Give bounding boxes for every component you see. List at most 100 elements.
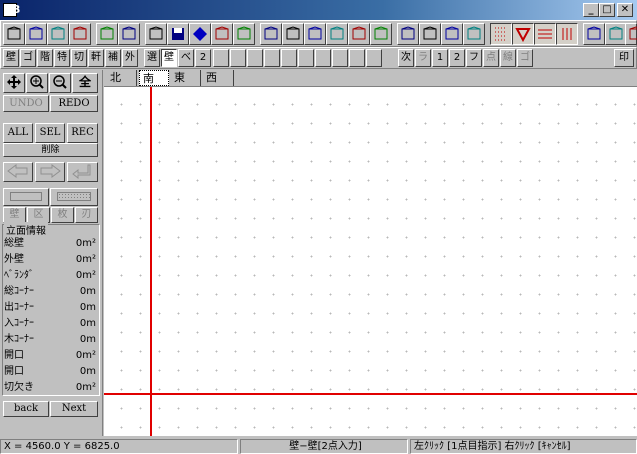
zoom-all-icon[interactable]: 全 [72, 73, 98, 93]
window-layout-icon[interactable] [233, 23, 255, 45]
door-arch-icon[interactable] [441, 23, 463, 45]
mode-button-5[interactable]: 切 [71, 49, 87, 67]
vertical-guide-line [150, 70, 152, 436]
title-bar: B _ □ ✕ [0, 0, 637, 20]
arrow-right-icon[interactable] [35, 162, 65, 182]
arc-icon[interactable] [583, 23, 605, 45]
empty-mode-slot [366, 49, 382, 67]
elevation-tabs: 北南東西 [104, 70, 637, 87]
empty-mode-slot [230, 49, 246, 67]
mode-button-12[interactable]: 2 [195, 49, 211, 67]
pencil-icon[interactable] [419, 23, 441, 45]
info-label: 出ｺｰﾅｰ [4, 302, 34, 313]
zoom-out-icon[interactable] [49, 73, 71, 93]
nav-button-2[interactable]: ラ [415, 49, 431, 67]
mode-button-3[interactable]: 階 [37, 49, 53, 67]
camera-house-icon[interactable] [3, 23, 25, 45]
box-icon[interactable] [397, 23, 419, 45]
nav-button-4[interactable]: 2 [449, 49, 465, 67]
filter-button-3[interactable]: 枚 [51, 207, 74, 223]
all-button[interactable]: ALL [3, 123, 33, 143]
zoom-in-icon[interactable] [26, 73, 48, 93]
column-split-icon[interactable] [326, 23, 348, 45]
house-roof-icon[interactable] [69, 23, 91, 45]
nav-button-7[interactable]: 線 [500, 49, 516, 67]
info-row: 入ｺｰﾅｰ 0m [2, 316, 100, 332]
redo-button[interactable]: REDO [50, 95, 98, 112]
mode-button-1[interactable]: 壁 [3, 49, 19, 67]
next-button[interactable]: Next [50, 401, 98, 417]
nav-button-6[interactable]: 点 [483, 49, 499, 67]
house-elevation-icon[interactable] [47, 23, 69, 45]
filter-button-1[interactable]: 壁 [3, 207, 26, 223]
triangle-marker-icon[interactable] [512, 23, 534, 45]
print-preview-icon[interactable] [605, 23, 627, 45]
empty-mode-slot [281, 49, 297, 67]
dotted-grid-icon[interactable] [490, 23, 512, 45]
nav-button-3[interactable]: 1 [432, 49, 448, 67]
diamond-icon[interactable] [189, 23, 211, 45]
print-button[interactable]: 印 [614, 49, 634, 67]
info-label: 外壁 [4, 254, 24, 265]
empty-mode-slot [247, 49, 263, 67]
arrow-left-icon[interactable] [3, 162, 33, 182]
nav-button-5[interactable]: フ [466, 49, 482, 67]
filter-button-2[interactable]: 区 [27, 207, 50, 223]
pan-icon[interactable] [3, 73, 25, 93]
mode-button-7[interactable]: 補 [105, 49, 121, 67]
grid-table-icon[interactable] [260, 23, 282, 45]
tab-3[interactable]: 東 [171, 70, 201, 86]
copy-document-icon[interactable] [211, 23, 233, 45]
info-row: 切欠き 0m² [2, 380, 100, 396]
nav-button-8[interactable]: ゴ [517, 49, 533, 67]
maximize-button[interactable]: □ [599, 3, 615, 17]
house-plan-icon[interactable] [25, 23, 47, 45]
mode-button-2[interactable]: ゴ [20, 49, 36, 67]
mode-button-10[interactable]: 壁 [161, 49, 177, 67]
binoculars-icon[interactable] [463, 23, 485, 45]
nav-button-1[interactable]: 次 [398, 49, 414, 67]
empty-mode-slot [349, 49, 365, 67]
mode-button-6[interactable]: 軒 [88, 49, 104, 67]
tab-2[interactable]: 南 [139, 70, 169, 86]
rec-button[interactable]: REC [67, 123, 98, 143]
empty-mode-slot [332, 49, 348, 67]
arrow-return-icon[interactable] [67, 162, 98, 182]
minimize-button[interactable]: _ [583, 3, 599, 17]
pen-edit-icon[interactable] [118, 23, 140, 45]
close-button[interactable]: ✕ [617, 3, 633, 17]
filter-button-4[interactable]: 刃 [75, 207, 98, 223]
info-value: 0m² [75, 270, 96, 281]
info-label: 総壁 [4, 238, 24, 249]
mode-button-9[interactable]: 選 [144, 49, 160, 67]
info-value: 0m² [75, 238, 96, 249]
mode-button-8[interactable]: 外 [122, 49, 138, 67]
angle-icon[interactable] [370, 23, 392, 45]
undo-button[interactable]: UNDO [3, 95, 49, 112]
tab-4[interactable]: 西 [203, 70, 234, 86]
columns-icon[interactable] [304, 23, 326, 45]
info-label: 入ｺｰﾅｰ [4, 318, 34, 329]
delete-button[interactable]: 削除 [3, 143, 98, 157]
info-row: 木ｺｰﾅｰ 0m [2, 332, 100, 348]
drawing-canvas[interactable] [104, 70, 637, 436]
info-value: 0m [79, 334, 96, 345]
vertical-bars-icon[interactable] [556, 23, 578, 45]
tab-1[interactable]: 北 [107, 70, 137, 86]
new-document-icon[interactable] [145, 23, 167, 45]
empty-mode-slot [213, 49, 229, 67]
grid-window-icon[interactable] [282, 23, 304, 45]
horizontal-hatch-icon[interactable] [534, 23, 556, 45]
back-button[interactable]: back [3, 401, 49, 417]
info-row: 開口 0m [2, 364, 100, 380]
solid-fill-button[interactable] [3, 188, 49, 206]
mode-button-4[interactable]: 特 [54, 49, 70, 67]
info-value: 0m² [75, 382, 96, 393]
sel-button[interactable]: SEL [35, 123, 65, 143]
save-disk-icon[interactable] [167, 23, 189, 45]
wall-pattern-icon[interactable] [96, 23, 118, 45]
mode-button-11[interactable]: べ [178, 49, 194, 67]
house-outline-icon[interactable] [625, 23, 637, 45]
pattern-fill-button[interactable] [50, 188, 98, 206]
cross-icon[interactable] [348, 23, 370, 45]
